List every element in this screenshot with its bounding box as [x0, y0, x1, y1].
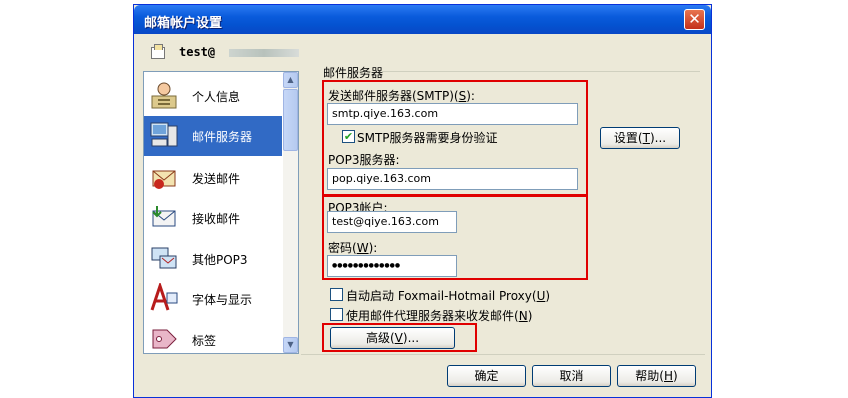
person-card-icon — [151, 82, 177, 109]
window-title: 邮箱帐户设置 — [144, 16, 223, 31]
smtp-settings-button[interactable]: 设置(T)... — [600, 127, 680, 149]
sidebar-item-other-pop3[interactable]: 其他POP3 — [144, 239, 282, 279]
group-divider — [382, 71, 700, 72]
send-mail-icon — [152, 170, 176, 189]
help-button[interactable]: 帮助(H) — [617, 365, 696, 387]
sidebar-item-label: 接收邮件 — [192, 212, 241, 226]
account-name-redacted — [229, 49, 299, 57]
password-label: 密码(W): — [328, 241, 378, 255]
close-icon: ✕ — [688, 10, 701, 28]
sidebar-item-label: 个人信息 — [192, 90, 241, 104]
autostart-proxy-checkbox[interactable] — [330, 288, 343, 301]
autostart-proxy-label: 自动启动 Foxmail-Hotmail Proxy(U) — [346, 289, 551, 303]
group-title-mail-server: 邮件服务器 — [323, 66, 384, 80]
pop3-server-input[interactable]: pop.qiye.163.com — [327, 168, 578, 190]
advanced-button[interactable]: 高级(V)... — [330, 327, 455, 349]
sidebar-item-label: 标签 — [192, 334, 217, 348]
sidebar-item-receive-mail[interactable]: 接收邮件 — [144, 198, 282, 238]
sidebar-item-mail-server[interactable]: 邮件服务器 — [144, 116, 282, 156]
pop3-server-label: POP3服务器: — [328, 153, 400, 167]
other-pop3-icon — [151, 247, 177, 269]
smtp-server-label: 发送邮件服务器(SMTP)(S): — [328, 89, 475, 103]
account-name: test@ — [179, 45, 216, 59]
title-bar[interactable]: 邮箱帐户设置 ✕ — [134, 5, 711, 34]
password-input[interactable]: ●●●●●●●●●●●●● — [327, 255, 457, 277]
scroll-down-button[interactable]: ▼ — [283, 337, 298, 353]
smtp-auth-label: SMTP服务器需要身份验证 — [357, 131, 498, 145]
receive-mail-icon — [152, 206, 176, 227]
smtp-auth-checkbox[interactable]: ✔ — [342, 130, 355, 143]
use-proxy-checkbox[interactable] — [330, 308, 343, 321]
tag-label-icon — [152, 329, 177, 349]
scroll-up-button[interactable]: ▲ — [283, 72, 298, 88]
mailbox-icon — [151, 44, 165, 59]
ok-button[interactable]: 确定 — [447, 365, 526, 387]
close-button[interactable]: ✕ — [684, 9, 705, 30]
sidebar-item-label: 字体与显示 — [192, 293, 253, 307]
sidebar-item-personal-info[interactable]: 个人信息 — [144, 76, 282, 116]
use-proxy-label: 使用邮件代理服务器来收发邮件(N) — [346, 309, 533, 323]
sidebar-item-label: 发送邮件 — [192, 172, 241, 186]
server-computer-icon — [150, 122, 178, 147]
sidebar-item-label: 其他POP3 — [192, 253, 248, 267]
font-display-icon — [150, 283, 178, 311]
account-settings-dialog: 邮箱帐户设置 ✕ test@ 个人信息 邮件服务器 发送邮件 接收邮件 其他PO… — [133, 4, 712, 398]
smtp-server-input[interactable]: smtp.qiye.163.com — [327, 103, 578, 125]
scroll-thumb[interactable] — [283, 89, 298, 151]
sidebar-scrollbar[interactable]: ▲ ▼ — [283, 72, 298, 353]
sidebar-item-send-mail[interactable]: 发送邮件 — [144, 158, 282, 198]
footer-divider — [301, 354, 705, 355]
sidebar-item-tags[interactable]: 标签 — [144, 320, 282, 353]
sidebar-item-label: 邮件服务器 — [192, 130, 253, 144]
pop3-account-input[interactable]: test@qiye.163.com — [327, 211, 457, 233]
cancel-button[interactable]: 取消 — [532, 365, 611, 387]
category-list[interactable]: 个人信息 邮件服务器 发送邮件 接收邮件 其他POP3 字体与显示 标签 ▲ ▼ — [143, 71, 299, 354]
sidebar-item-font-display[interactable]: 字体与显示 — [144, 279, 282, 319]
